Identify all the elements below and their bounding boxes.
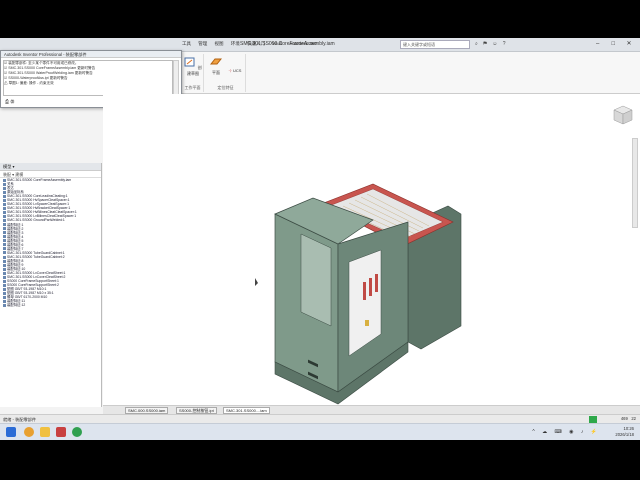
- browser-tree-item[interactable]: 装配特征:12: [0, 303, 101, 307]
- ribbon: 创建草图 工作平面 平面 ⊹ UCS 定位特征: [182, 52, 640, 94]
- component-icon: [3, 247, 6, 251]
- wechat-icon[interactable]: [72, 427, 82, 437]
- navigation-bar[interactable]: [632, 138, 638, 228]
- component-icon: [3, 239, 6, 243]
- window-title: SMC.301.SS000 CoreFrameAssembly.iam: [240, 41, 335, 47]
- browser-tree: SMC.301.SS000 CoreFrameAssembly.iam 关系 表达原…: [0, 178, 101, 308]
- browser-tabs[interactable]: 装配 ▾ 建模: [0, 171, 101, 178]
- menu-tab-manage[interactable]: 管理: [198, 41, 207, 46]
- status-counts: 469 22: [620, 416, 636, 421]
- plane-icon: [209, 58, 223, 65]
- status-bar: 就绪 - 装配零部件 469 22: [0, 414, 640, 423]
- model-browser: 模型 ▾ 装配 ▾ 建模 SMC.301.SS000 CoreFrameAsse…: [0, 163, 102, 407]
- mouse-cursor: [255, 278, 258, 286]
- graphics-viewport[interactable]: [103, 94, 640, 439]
- minimize-icon[interactable]: –: [591, 41, 605, 47]
- component-icon: [3, 219, 6, 223]
- plane-button[interactable]: 平面: [208, 56, 224, 76]
- search-input[interactable]: 键入关键字或短语: [400, 40, 470, 49]
- menu-tab-environment[interactable]: 环境: [231, 41, 240, 46]
- screen: 工具 管理 视图 环境 快速入门 Vault Autodesk 360 SMC.…: [0, 38, 640, 440]
- viewcube-icon[interactable]: [612, 104, 634, 126]
- component-icon: [3, 231, 6, 235]
- window-controls: – □ ✕: [591, 40, 636, 47]
- component-icon: [3, 223, 6, 227]
- dialog-title: Autodesk Inventor Professional - 装配零部件: [1, 51, 181, 58]
- folder-icon[interactable]: [40, 427, 50, 437]
- system-tray-icons[interactable]: ^ ☁ ⌨ ◉ ♪ ⚡: [532, 429, 600, 435]
- dialog-line[interactable]: ⚠ 草图1: 偏差: 操作 - 约束无效: [4, 81, 172, 86]
- ucs-icon: ⊹: [228, 68, 232, 73]
- dialog-message-list: ☑ 装配零部件: 至少某个零件不可用或已修改。 ☑ SMC.301.SS000 …: [3, 60, 173, 96]
- browser-header[interactable]: 模型 ▾: [0, 163, 101, 171]
- dialog-tool-icons[interactable]: ⎙ ⚙: [5, 99, 14, 105]
- component-icon: [3, 243, 6, 247]
- dialog-scrollbar[interactable]: [173, 60, 179, 96]
- clock[interactable]: 10:26 2026/1/18: [615, 426, 634, 437]
- doc-tab[interactable]: SMC.000.SS000.iam: [125, 407, 169, 414]
- ribbon-group-sketch: 创建草图 工作平面: [182, 54, 204, 92]
- start-icon[interactable]: [6, 427, 16, 437]
- create-sketch-button[interactable]: 创建草图: [184, 56, 202, 77]
- doc-tab[interactable]: SS000-控制按钮.ipt: [176, 407, 217, 414]
- browser-icon[interactable]: [24, 427, 34, 437]
- ribbon-group-workfeatures: 平面 ⊹ UCS 定位特征: [206, 54, 246, 92]
- component-icon: [3, 235, 6, 239]
- close-icon[interactable]: ✕: [622, 40, 636, 47]
- maximize-icon[interactable]: □: [606, 41, 620, 47]
- menu-tab-view[interactable]: 视图: [215, 41, 224, 46]
- ucs-button[interactable]: ⊹ UCS: [226, 68, 244, 73]
- component-icon: [3, 304, 6, 308]
- component-icon: [3, 227, 6, 231]
- taskbar: ^ ☁ ⌨ ◉ ♪ ⚡ 10:26 2026/1/18: [0, 423, 640, 440]
- status-indicator: [589, 416, 597, 423]
- menu-tab-tools[interactable]: 工具: [182, 41, 191, 46]
- help-icons[interactable]: ⌕ ⚑ ☺ ?: [475, 41, 507, 47]
- sketch-icon: [184, 57, 195, 67]
- cabinet-model[interactable]: [103, 94, 640, 439]
- doc-tab-active[interactable]: SMC.301.SS000....iam: [223, 407, 270, 414]
- document-tabs: SMC.000.SS000.iam SS000-控制按钮.ipt SMC.301…: [103, 405, 640, 414]
- inventor-icon[interactable]: [56, 427, 66, 437]
